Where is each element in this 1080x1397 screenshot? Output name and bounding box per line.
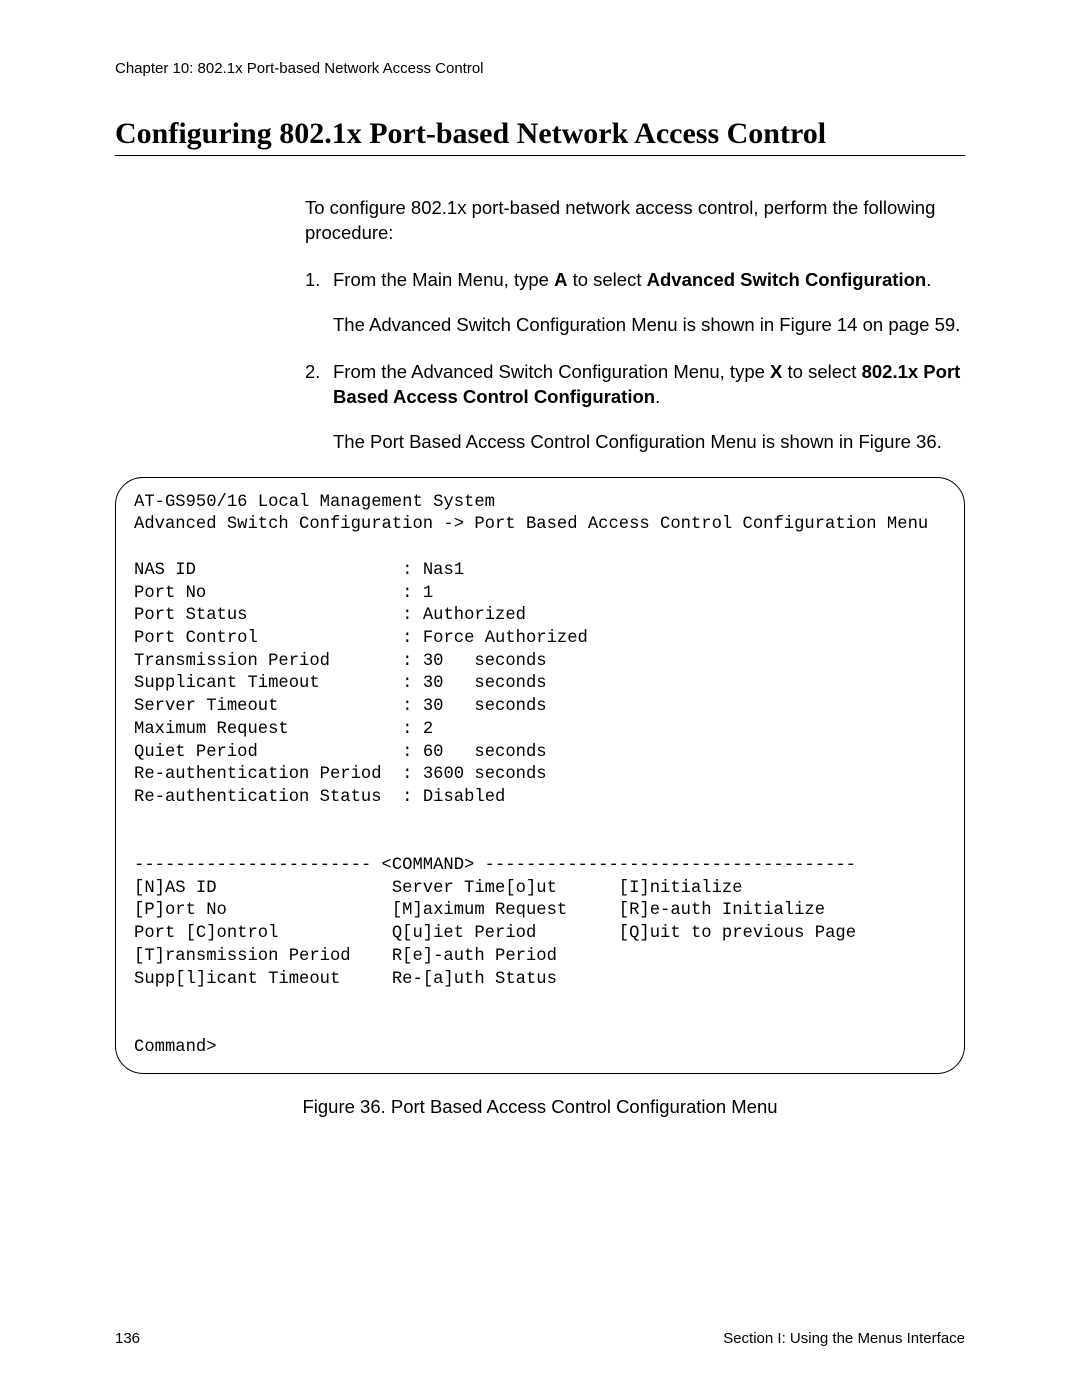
text: to select [782, 361, 861, 382]
step-text: From the Advanced Switch Configuration M… [333, 360, 965, 410]
step-number: 2. [305, 360, 333, 410]
text: From the Advanced Switch Configuration M… [333, 361, 770, 382]
cmd-row: Supp[l]icant Timeout Re-[a]uth Status [134, 970, 557, 989]
cmd-row: [T]ransmission Period R[e]-auth Period [134, 947, 557, 966]
menu-name: Advanced Switch Configuration [647, 269, 927, 290]
field-row: Supplicant Timeout : 30 seconds [134, 674, 547, 693]
cmd-row: [P]ort No [M]aximum Request [R]e-auth In… [134, 901, 825, 920]
key: X [770, 361, 782, 382]
section-label: Section I: Using the Menus Interface [723, 1330, 965, 1347]
page: Chapter 10: 802.1x Port-based Network Ac… [0, 0, 1080, 1397]
figure-caption: Figure 36. Port Based Access Control Con… [115, 1096, 965, 1118]
text: . [655, 386, 660, 407]
terminal-title: AT-GS950/16 Local Management System [134, 493, 495, 512]
terminal-breadcrumb: Advanced Switch Configuration -> Port Ba… [134, 515, 928, 534]
field-row: Port No : 1 [134, 584, 433, 603]
text: . [926, 269, 931, 290]
field-row: Transmission Period : 30 seconds [134, 652, 547, 671]
terminal-screen: AT-GS950/16 Local Management System Adva… [115, 477, 965, 1075]
step-1: 1. From the Main Menu, type A to select … [305, 268, 965, 293]
field-row: Port Status : Authorized [134, 606, 526, 625]
field-row: Server Timeout : 30 seconds [134, 697, 547, 716]
intro-paragraph: To configure 802.1x port-based network a… [305, 196, 965, 246]
text: From the Main Menu, type [333, 269, 554, 290]
field-row: Re-authentication Status : Disabled [134, 788, 505, 807]
step-number: 1. [305, 268, 333, 293]
step-text: From the Main Menu, type A to select Adv… [333, 268, 965, 293]
page-footer: 136 Section I: Using the Menus Interface [115, 1330, 965, 1347]
command-divider: ----------------------- <COMMAND> ------… [134, 856, 856, 875]
step-2: 2. From the Advanced Switch Configuratio… [305, 360, 965, 410]
step-2-follow: The Port Based Access Control Configurat… [333, 430, 965, 455]
step-1-follow: The Advanced Switch Configuration Menu i… [333, 313, 965, 338]
field-row: Port Control : Force Authorized [134, 629, 588, 648]
text: to select [567, 269, 646, 290]
cmd-row: Port [C]ontrol Q[u]iet Period [Q]uit to … [134, 924, 856, 943]
field-row: Quiet Period : 60 seconds [134, 743, 547, 762]
key: A [554, 269, 567, 290]
page-number: 136 [115, 1330, 140, 1347]
field-row: Re-authentication Period : 3600 seconds [134, 765, 547, 784]
body-block: To configure 802.1x port-based network a… [305, 196, 965, 455]
chapter-header: Chapter 10: 802.1x Port-based Network Ac… [115, 60, 965, 77]
field-row: Maximum Request : 2 [134, 720, 433, 739]
command-prompt: Command> [134, 1038, 217, 1057]
page-title: Configuring 802.1x Port-based Network Ac… [115, 117, 965, 151]
field-row: NAS ID : Nas1 [134, 561, 464, 580]
cmd-row: [N]AS ID Server Time[o]ut [I]nitialize [134, 879, 743, 898]
title-rule [115, 155, 965, 156]
